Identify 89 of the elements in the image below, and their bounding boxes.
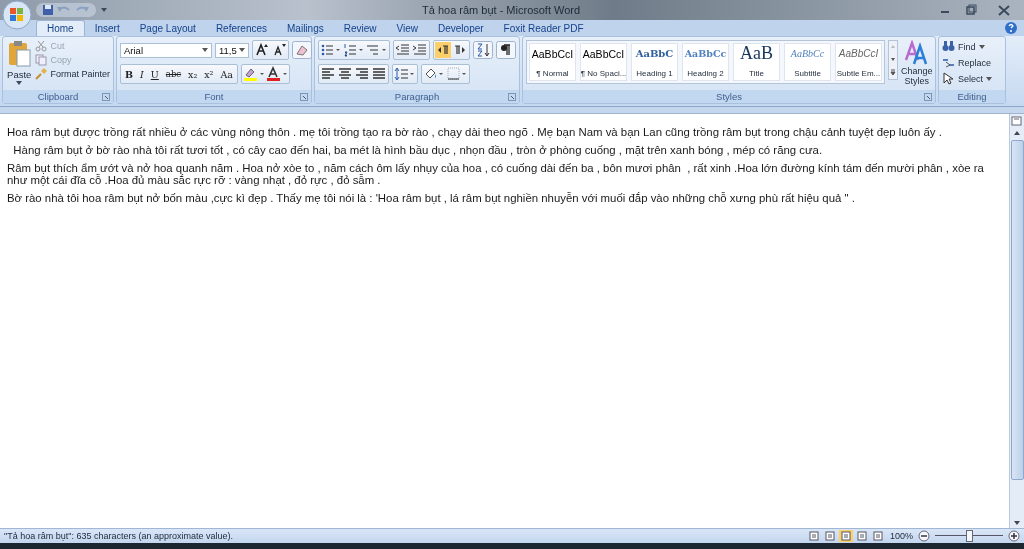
ribbon-tab[interactable]: Mailings: [277, 21, 334, 36]
paste-button[interactable]: Paste: [6, 40, 33, 85]
dropdown-icon: [239, 48, 245, 52]
format-button[interactable]: U: [147, 68, 162, 80]
borders-icon[interactable]: [446, 66, 468, 82]
highlighter-icon[interactable]: [242, 66, 265, 82]
format-button[interactable]: abc: [162, 69, 185, 79]
paragraph: Bờ rào nhà tôi hoa râm bụt nở bốn màu ,cực kì đẹp . Thấy mẹ tôi nói là : 'Hoa râm bụt , lá râm bụt nghiền nhuyễn với muối đắp vào những chỗ xưng phù rất hiệu quả " .: [7, 192, 856, 204]
editing-command[interactable]: Replace: [942, 56, 992, 69]
group-label: Editing: [957, 91, 987, 102]
save-icon[interactable]: [42, 4, 54, 16]
paragraph: Hàng râm bụt ở bờ rào nhà tôi rất tươi tốt , có cây cao đến hai, ba mét là hình bầu dục , nhọn đầu , tròn ở phòng cuống , mặt trên xanh bóng , mép có răng cưa.: [12, 144, 824, 156]
group-label: Clipboard: [37, 91, 79, 102]
numbering-icon[interactable]: [343, 42, 365, 58]
format-button[interactable]: B: [122, 68, 137, 80]
dropdown-icon: [202, 48, 208, 52]
font-color-icon[interactable]: [265, 66, 288, 82]
dialog-launcher-icon[interactable]: [924, 93, 932, 101]
format-button[interactable]: I: [137, 68, 147, 80]
dropdown-icon: [978, 44, 985, 49]
gallery-scroll-icon[interactable]: [888, 40, 898, 80]
style-preset[interactable]: AaBbCcI Subtle Em...: [835, 43, 882, 81]
multilevel-list-icon[interactable]: [366, 42, 388, 58]
align-center-icon[interactable]: [337, 66, 353, 82]
shrink-font-icon[interactable]: [271, 42, 287, 58]
zoom-in-icon[interactable]: [1008, 530, 1020, 542]
clear-formatting-icon[interactable]: [292, 41, 312, 59]
font-name-field[interactable]: Arial: [120, 42, 212, 58]
dropdown-icon[interactable]: [100, 7, 108, 13]
style-preset[interactable]: AaB Title: [733, 43, 780, 81]
ribbon-tab[interactable]: Review: [333, 21, 387, 36]
window-title: Tả hoa râm bụt - Microsoft Word: [422, 4, 582, 16]
increase-indent-icon[interactable]: [412, 42, 428, 58]
paragraph: Râm bụt thích ẩm ướt và nở hoa quanh năm . Hoa nở xòe to , năm cách ôm lấy nhụy của hoa , có cuống dài đến ba , bôn mươi phân , rất xinh .Hoa lớn đường kính tám đến mười phân , xòe ra như một cái đĩa cỗ .Hoa đủ màu sắc rực rỡ : vàng nhạt , đỏ rực , đỏ sẫm .: [7, 162, 985, 186]
change-styles-button[interactable]: Change Styles: [901, 40, 933, 86]
slider-thumb[interactable]: [966, 530, 973, 542]
format-button[interactable]: Aa: [217, 68, 236, 80]
sort-icon[interactable]: [473, 41, 493, 59]
ruler-toggle-icon[interactable]: [1011, 116, 1023, 126]
scissors-icon: [35, 40, 48, 52]
justify-icon[interactable]: [371, 66, 387, 82]
dropdown-icon: [16, 81, 23, 85]
line-spacing-icon[interactable]: [394, 66, 416, 82]
zoom-level[interactable]: 100%: [889, 531, 913, 541]
paragraph: Hoa râm bụt được trồng rất nhiều ở các vùng nông thôn . mẹ tôi trồng tạo ra bờ rào , chạy dài theo ngõ . Mẹ bạn Nam và bạn Lan cũng trồng râm bụt trong chậu cảnh tuyệt đẹp luôn ấy .: [7, 126, 943, 138]
decrease-indent-icon[interactable]: [395, 42, 411, 58]
dialog-launcher-icon[interactable]: [300, 93, 308, 101]
letters-icon: [903, 40, 930, 66]
editing-command[interactable]: Select: [942, 72, 992, 85]
cursor-icon: [942, 72, 955, 85]
brush-icon: [35, 68, 48, 80]
format-button[interactable]: x²: [201, 68, 217, 80]
style-preset[interactable]: AaBbCcI ¶ No Spaci...: [580, 43, 627, 81]
binoculars-icon: [942, 40, 955, 53]
copy-icon: [35, 54, 48, 66]
status-text: "Tả hoa râm bụt": 635 characters (an approximate value).: [4, 531, 233, 541]
ribbon-tab[interactable]: Developer: [428, 21, 494, 36]
ribbon-tab[interactable]: Foxit Reader PDF: [493, 21, 594, 36]
replace-icon: [942, 56, 955, 69]
dialog-launcher-icon[interactable]: [102, 93, 110, 101]
clipboard-command[interactable]: Format Painter: [35, 68, 110, 80]
zoom-out-icon[interactable]: [918, 530, 930, 542]
editing-command[interactable]: Find: [942, 40, 985, 53]
ribbon-tab[interactable]: Page Layout: [129, 21, 206, 36]
format-button[interactable]: x₂: [185, 68, 201, 80]
dropdown-icon: [986, 76, 992, 81]
group-label: Font: [204, 91, 224, 102]
show-marks-icon[interactable]: [496, 41, 516, 59]
style-preset[interactable]: AaBbCc Heading 2: [682, 43, 729, 81]
style-preset[interactable]: AaBbCc Subtitle: [784, 43, 831, 81]
ribbon-tab[interactable]: Home: [36, 20, 85, 36]
left-to-right-icon[interactable]: [435, 42, 451, 58]
align-left-icon[interactable]: [320, 66, 336, 82]
help-icon[interactable]: [1004, 21, 1018, 35]
dialog-launcher-icon[interactable]: [508, 93, 516, 101]
ribbon-tab[interactable]: View: [386, 21, 428, 36]
ribbon-tab[interactable]: Insert: [84, 21, 130, 36]
ribbon-tab[interactable]: References: [205, 21, 277, 36]
style-preset[interactable]: AaBbC Heading 1: [631, 43, 678, 81]
style-preset[interactable]: AaBbCcI ¶ Normal: [529, 43, 576, 81]
align-right-icon[interactable]: [354, 66, 370, 82]
group-label: Styles: [716, 91, 742, 102]
grow-font-icon[interactable]: [254, 42, 270, 58]
scroll-thumb[interactable]: [1010, 140, 1024, 480]
clipboard-icon: [7, 40, 32, 68]
group-label: Paragraph: [394, 91, 440, 102]
vertical-scrollbar[interactable]: [1009, 114, 1024, 528]
font-size-field[interactable]: 11,5: [215, 42, 249, 58]
bullets-icon[interactable]: [320, 42, 342, 58]
